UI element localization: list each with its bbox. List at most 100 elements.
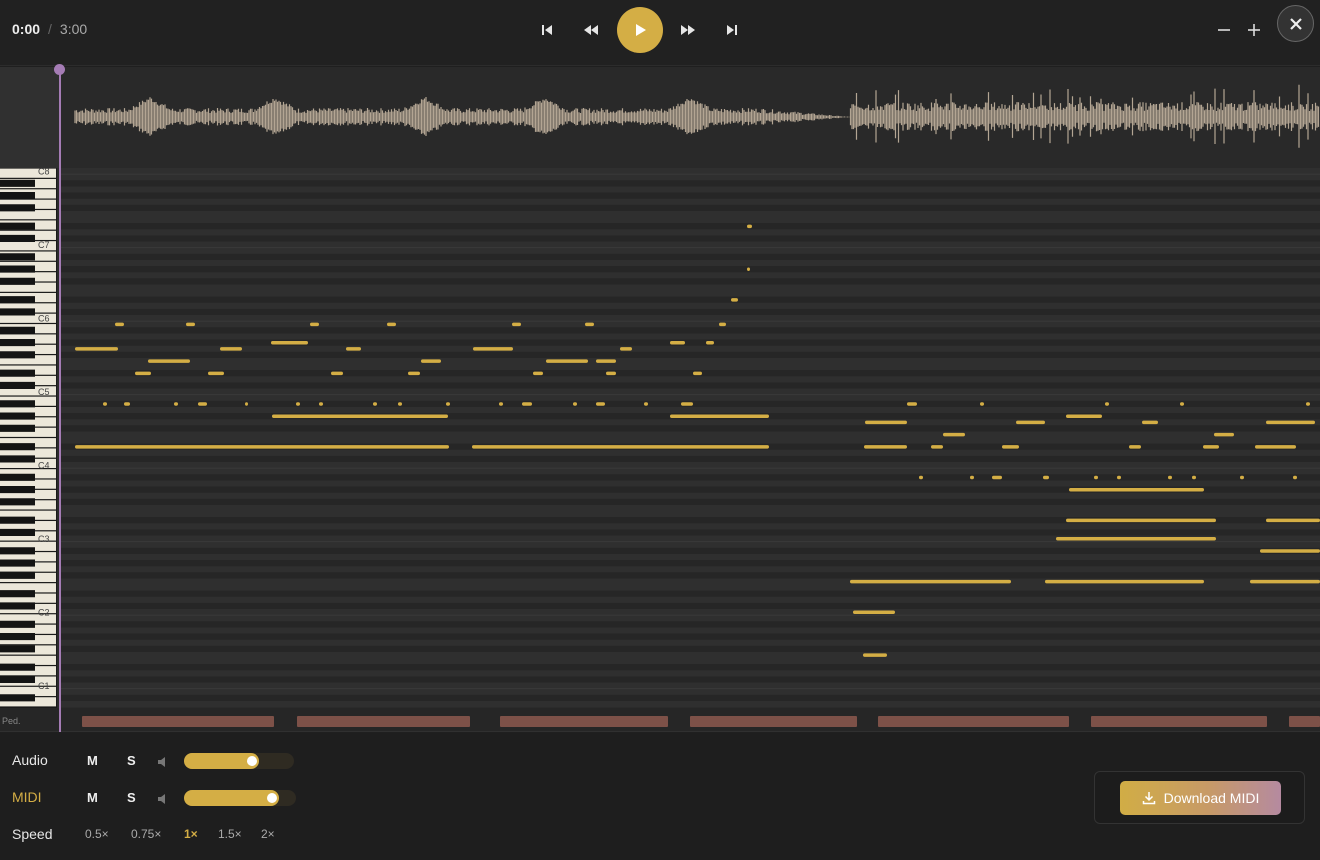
speed-option-1.5x[interactable]: 1.5× [218, 827, 242, 841]
speed-option-0.5x[interactable]: 0.5× [85, 827, 109, 841]
fast-forward-button[interactable] [674, 16, 702, 44]
black-key[interactable] [0, 369, 35, 377]
audio-volume-knob[interactable] [246, 756, 257, 766]
midi-note[interactable] [103, 402, 107, 406]
midi-note[interactable] [1069, 488, 1204, 492]
black-key[interactable] [0, 694, 35, 702]
midi-note[interactable] [1266, 518, 1320, 523]
midi-note[interactable] [596, 402, 605, 406]
midi-note[interactable] [346, 347, 361, 351]
midi-note[interactable] [373, 402, 377, 406]
black-key[interactable] [0, 620, 35, 628]
midi-note[interactable] [1240, 475, 1244, 480]
midi-note[interactable] [522, 402, 532, 406]
midi-note[interactable] [1214, 432, 1234, 437]
black-key[interactable] [0, 559, 35, 567]
midi-note[interactable] [992, 475, 1002, 480]
midi-note[interactable] [271, 341, 308, 345]
skip-to-end-button[interactable] [718, 16, 746, 44]
black-key[interactable] [0, 590, 35, 598]
midi-note[interactable] [1066, 414, 1102, 419]
midi-note[interactable] [747, 267, 750, 272]
white-key[interactable] [0, 655, 56, 665]
speed-option-2x[interactable]: 2× [261, 827, 275, 841]
black-key[interactable] [0, 308, 35, 316]
midi-note[interactable] [1168, 475, 1172, 480]
midi-note[interactable] [693, 371, 702, 376]
black-key[interactable] [0, 179, 35, 187]
black-key[interactable] [0, 424, 35, 432]
midi-note[interactable] [473, 347, 513, 351]
midi-note[interactable] [747, 224, 752, 229]
black-key[interactable] [0, 192, 35, 200]
midi-note[interactable] [1250, 579, 1320, 584]
midi-note[interactable] [907, 402, 917, 406]
midi-note[interactable] [1016, 420, 1045, 425]
black-key[interactable] [0, 222, 35, 230]
midi-note[interactable] [1306, 402, 1310, 406]
midi-note[interactable] [1066, 518, 1216, 523]
midi-note[interactable] [1129, 445, 1141, 449]
black-key[interactable] [0, 528, 35, 536]
midi-note[interactable] [1094, 475, 1098, 480]
black-key[interactable] [0, 547, 35, 555]
midi-note[interactable] [853, 610, 895, 615]
midi-note[interactable] [331, 371, 343, 376]
black-key[interactable] [0, 234, 35, 242]
download-midi-button[interactable]: Download MIDI [1120, 781, 1281, 815]
black-key[interactable] [0, 339, 35, 347]
midi-note[interactable] [596, 359, 616, 363]
black-key[interactable] [0, 204, 35, 212]
black-key[interactable] [0, 326, 35, 334]
black-key[interactable] [0, 277, 35, 285]
black-key[interactable] [0, 675, 35, 683]
black-key[interactable] [0, 253, 35, 261]
zoom-in-button[interactable] [1241, 16, 1267, 44]
midi-note[interactable] [1180, 402, 1184, 406]
midi-note[interactable] [512, 322, 521, 327]
midi-note[interactable] [1002, 445, 1019, 449]
black-key[interactable] [0, 633, 35, 641]
midi-mute-button[interactable]: M [87, 790, 98, 805]
midi-note[interactable] [75, 445, 449, 449]
midi-note[interactable] [135, 371, 151, 376]
midi-note[interactable] [1293, 475, 1297, 480]
zoom-out-button[interactable] [1211, 16, 1237, 44]
audio-volume-slider[interactable] [184, 753, 294, 769]
midi-note[interactable] [970, 475, 974, 480]
midi-note[interactable] [585, 322, 594, 327]
black-key[interactable] [0, 351, 35, 359]
skip-to-start-button[interactable] [533, 16, 561, 44]
black-key[interactable] [0, 602, 35, 610]
black-key[interactable] [0, 381, 35, 389]
black-key[interactable] [0, 473, 35, 481]
audio-solo-button[interactable]: S [127, 753, 136, 768]
midi-note[interactable] [620, 347, 632, 351]
black-key[interactable] [0, 400, 35, 408]
audio-waveform[interactable] [0, 67, 1320, 168]
midi-note[interactable] [863, 653, 887, 657]
close-button[interactable] [1277, 5, 1314, 42]
black-key[interactable] [0, 265, 35, 273]
midi-note[interactable] [1203, 445, 1219, 449]
midi-note[interactable] [186, 322, 195, 327]
midi-note[interactable] [850, 579, 1011, 584]
black-key[interactable] [0, 455, 35, 463]
midi-note[interactable] [296, 402, 300, 406]
black-key[interactable] [0, 486, 35, 494]
midi-note[interactable] [408, 371, 420, 376]
midi-note[interactable] [943, 432, 965, 437]
white-key[interactable] [0, 210, 56, 220]
midi-note[interactable] [573, 402, 577, 406]
midi-note[interactable] [1105, 402, 1109, 406]
midi-solo-button[interactable]: S [127, 790, 136, 805]
midi-note[interactable] [919, 475, 923, 480]
midi-note[interactable] [198, 402, 207, 406]
midi-note[interactable] [1142, 420, 1158, 425]
midi-note[interactable] [1043, 475, 1049, 480]
audio-mute-button[interactable]: M [87, 753, 98, 768]
midi-note[interactable] [208, 371, 224, 376]
midi-note[interactable] [148, 359, 190, 363]
midi-note[interactable] [472, 445, 769, 449]
black-key[interactable] [0, 412, 35, 420]
